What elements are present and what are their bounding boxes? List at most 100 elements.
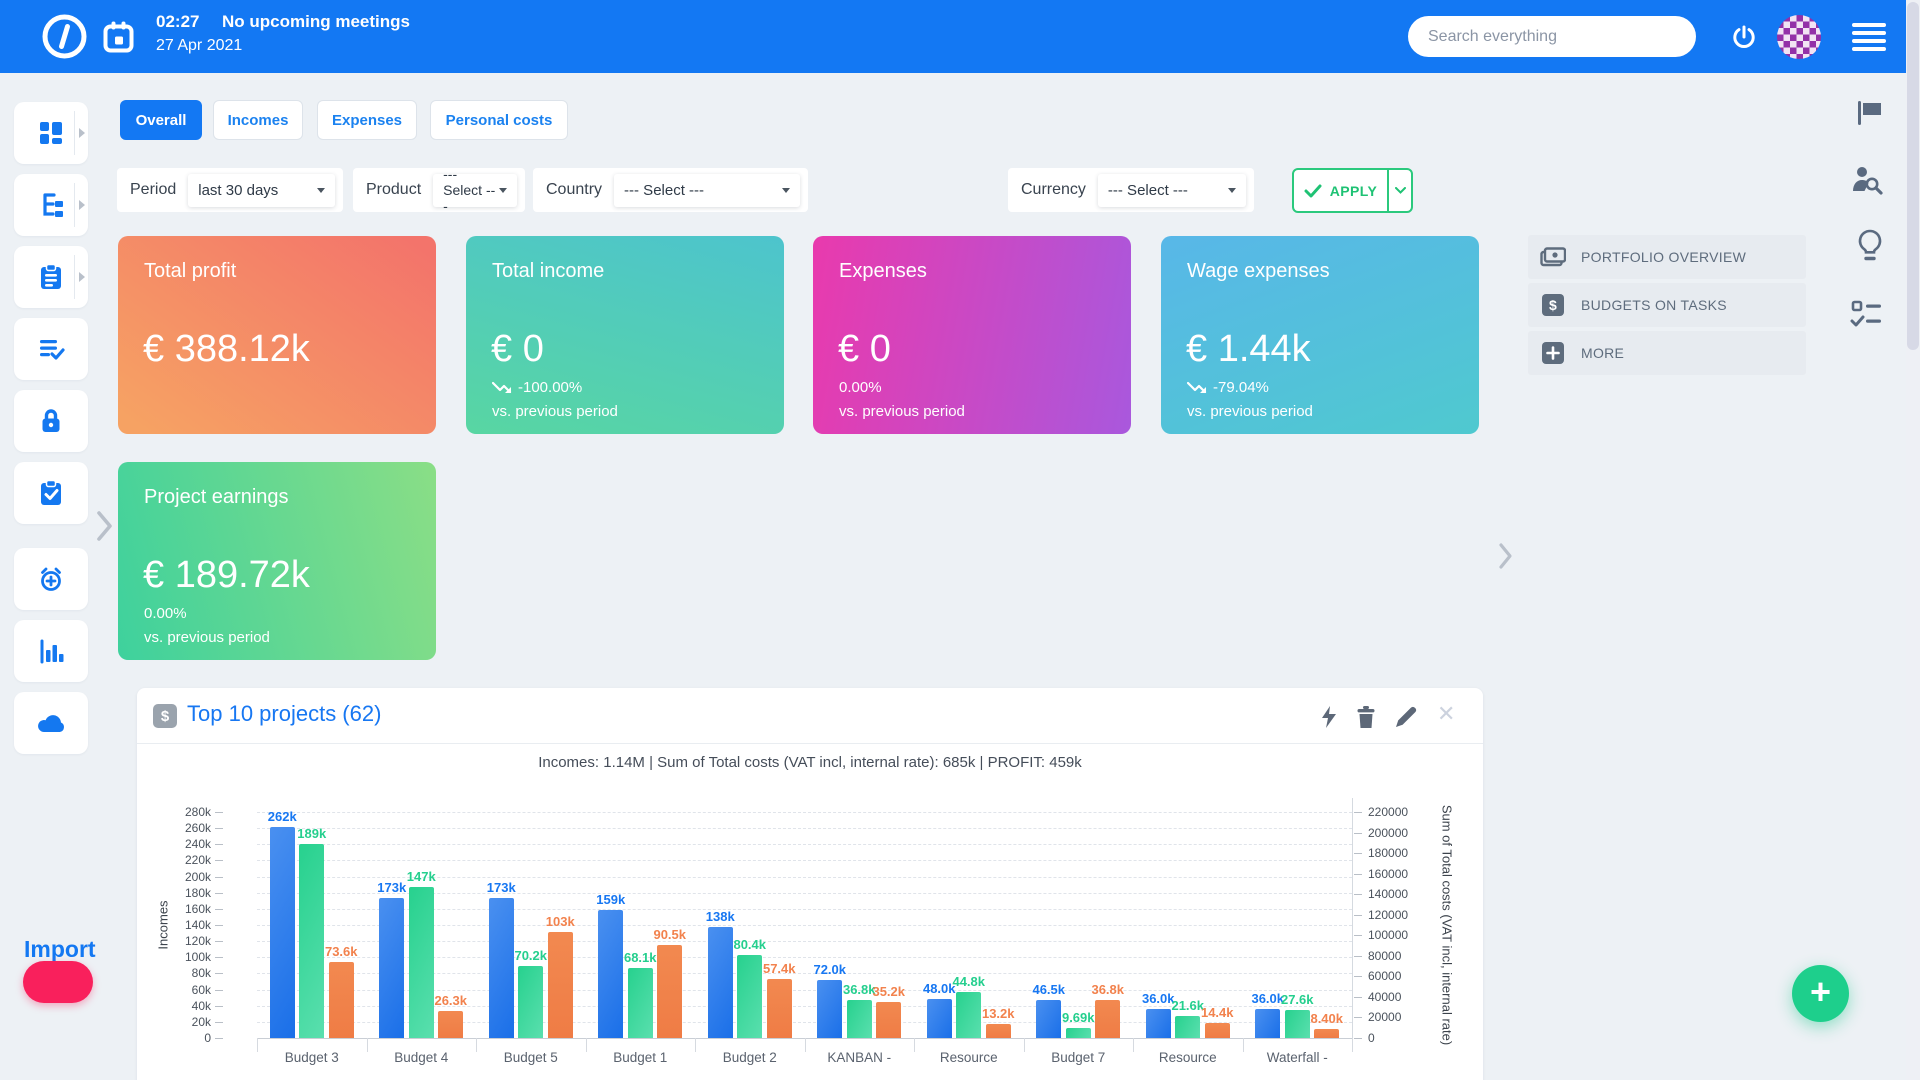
- sidebar-item-chart[interactable]: [14, 620, 88, 682]
- category-label: Resource: [939, 1050, 998, 1065]
- product-label: Product: [366, 181, 422, 198]
- sidebar-item-tasks-check[interactable]: [14, 462, 88, 524]
- bar-profit[interactable]: [438, 1010, 464, 1038]
- left-axis-tick: 0: [204, 1031, 211, 1045]
- kpi-change-value: -79.04%: [1213, 379, 1269, 396]
- app-logo-icon[interactable]: [42, 14, 87, 59]
- category-label: Budget 5: [503, 1050, 558, 1065]
- left-axis-tick-mark: [215, 844, 223, 846]
- currency-select[interactable]: --- Select ---: [1097, 173, 1246, 207]
- bar-incomes[interactable]: [379, 898, 405, 1038]
- left-axis-tick: 260k: [184, 821, 211, 836]
- bar-profit[interactable]: [1314, 1029, 1340, 1038]
- gridline: [257, 844, 1352, 846]
- bar-incomes[interactable]: [488, 898, 514, 1038]
- apply-label: APPLY: [1329, 182, 1378, 199]
- left-axis-tick: 20k: [191, 1014, 211, 1029]
- panel-budgets-on-tasks[interactable]: $ BUDGETS ON TASKS: [1528, 283, 1806, 327]
- lightbulb-icon[interactable]: [1856, 228, 1884, 266]
- bar-value-label: 103k: [545, 914, 575, 930]
- kpi-subtext: vs. previous period: [1187, 403, 1313, 420]
- bar-profit[interactable]: [1204, 1023, 1230, 1038]
- sidebar-item-clipboard[interactable]: [14, 246, 88, 308]
- left-axis-tick: 40k: [191, 998, 211, 1013]
- add-widget-fab-button[interactable]: +: [1792, 965, 1849, 1022]
- tab-overall[interactable]: Overall: [120, 100, 202, 140]
- calendar-icon[interactable]: [102, 20, 135, 54]
- tab-expenses[interactable]: Expenses: [317, 100, 417, 140]
- apply-button[interactable]: APPLY: [1294, 170, 1387, 211]
- bar-sum-of-total-costs-vat-incl-internal-rate-[interactable]: [627, 968, 653, 1038]
- kpi-card-project-earnings[interactable]: Project earnings € 189.72k 0.00% vs. pre…: [118, 462, 436, 660]
- bar-incomes[interactable]: [598, 909, 624, 1038]
- kpi-change-value: 0.00%: [144, 605, 187, 622]
- tab-personal-costs[interactable]: Personal costs: [430, 100, 568, 140]
- sidebar-item-cloud[interactable]: [14, 692, 88, 754]
- bar-incomes[interactable]: [1255, 1008, 1281, 1038]
- bar-profit[interactable]: [766, 979, 792, 1038]
- apply-dropdown-button[interactable]: [1387, 170, 1411, 211]
- panel-more[interactable]: MORE: [1528, 331, 1806, 375]
- bar-value-label: 46.5k: [1032, 982, 1066, 998]
- right-axis-title: Sum of Total costs (VAT incl, internal r…: [1439, 804, 1455, 1046]
- panel-portfolio-overview[interactable]: PORTFOLIO OVERVIEW: [1528, 235, 1806, 279]
- left-axis-tick-mark: [215, 957, 223, 959]
- sidebar-item-list[interactable]: [14, 318, 88, 380]
- period-select[interactable]: last 30 days: [188, 173, 335, 207]
- sidebar-item-dashboard[interactable]: [14, 102, 88, 164]
- user-avatar[interactable]: [1777, 15, 1821, 59]
- power-icon[interactable]: [1731, 24, 1757, 50]
- product-select[interactable]: --- Select ---: [433, 166, 517, 214]
- bar-value-label: 138k: [705, 908, 735, 924]
- sidebar-item-lock[interactable]: [14, 390, 88, 452]
- sidebar-expand-chevron-icon[interactable]: [96, 510, 114, 542]
- bar-profit[interactable]: [876, 1001, 902, 1038]
- task-list-icon[interactable]: [1850, 298, 1884, 330]
- sidebar-item-timer[interactable]: [14, 548, 88, 610]
- plus-square-icon: [1542, 342, 1564, 364]
- bar-value-label: 73.6k: [324, 944, 358, 960]
- bar-profit[interactable]: [547, 932, 573, 1038]
- kpi-card-wage-expenses[interactable]: Wage expenses € 1.44k -79.04% vs. previo…: [1161, 236, 1479, 434]
- kpi-title: Project earnings: [144, 486, 289, 508]
- sidebar-item-hierarchy[interactable]: [14, 174, 88, 236]
- bar-sum-of-total-costs-vat-incl-internal-rate-[interactable]: [1065, 1028, 1091, 1038]
- right-axis-tick: 220000: [1368, 805, 1409, 819]
- bar-incomes[interactable]: [1145, 1008, 1171, 1038]
- user-search-icon[interactable]: [1850, 163, 1884, 197]
- import-label[interactable]: Import: [24, 936, 96, 963]
- dashboard-screen: 02:27 No upcoming meetings 27 Apr 2021 S…: [0, 0, 1920, 1080]
- banknote-icon: [1540, 247, 1566, 267]
- kpi-card-total-profit[interactable]: Total profit € 388.12k: [118, 236, 436, 434]
- import-pill-button[interactable]: [23, 961, 93, 1003]
- bar-incomes[interactable]: [926, 999, 952, 1038]
- bar-value-label: 189k: [297, 825, 327, 841]
- kpi-card-total-income[interactable]: Total income € 0 -100.00% vs. previous p…: [466, 236, 784, 434]
- vertical-scrollbar-thumb[interactable]: [1907, 2, 1919, 350]
- bar-profit[interactable]: [328, 962, 354, 1038]
- tab-incomes[interactable]: Incomes: [213, 100, 303, 140]
- bar-profit[interactable]: [1095, 1000, 1121, 1038]
- kpi-card-expenses[interactable]: Expenses € 0 0.00% vs. previous period: [813, 236, 1131, 434]
- bar-sum-of-total-costs-vat-incl-internal-rate-[interactable]: [408, 886, 434, 1038]
- gridline: [257, 812, 1352, 813]
- header-time: 02:27: [156, 12, 200, 31]
- bar-value-label: 57.4k: [762, 961, 796, 977]
- country-select[interactable]: --- Select ---: [614, 173, 800, 207]
- bar-profit[interactable]: [985, 1024, 1011, 1038]
- bar-sum-of-total-costs-vat-incl-internal-rate-[interactable]: [846, 1000, 872, 1038]
- right-axis-tick-mark: [1354, 832, 1362, 834]
- top-header-bar: 02:27 No upcoming meetings 27 Apr 2021: [0, 0, 1920, 73]
- clipboard-check-icon: [41, 479, 61, 505]
- right-axis-tick: 60000: [1368, 969, 1402, 984]
- bar-profit[interactable]: [657, 945, 683, 1038]
- bar-incomes[interactable]: [269, 826, 295, 1038]
- left-axis-tick-mark: [215, 828, 223, 830]
- hamburger-menu-icon[interactable]: [1852, 23, 1886, 55]
- widgets-next-chevron-icon[interactable]: [1498, 542, 1514, 570]
- flag-icon[interactable]: [1856, 100, 1884, 126]
- bar-sum-of-total-costs-vat-incl-internal-rate-[interactable]: [518, 965, 544, 1038]
- left-axis-tick: 220k: [184, 853, 211, 868]
- search-input[interactable]: [1408, 16, 1696, 57]
- bar-sum-of-total-costs-vat-incl-internal-rate-[interactable]: [299, 843, 325, 1038]
